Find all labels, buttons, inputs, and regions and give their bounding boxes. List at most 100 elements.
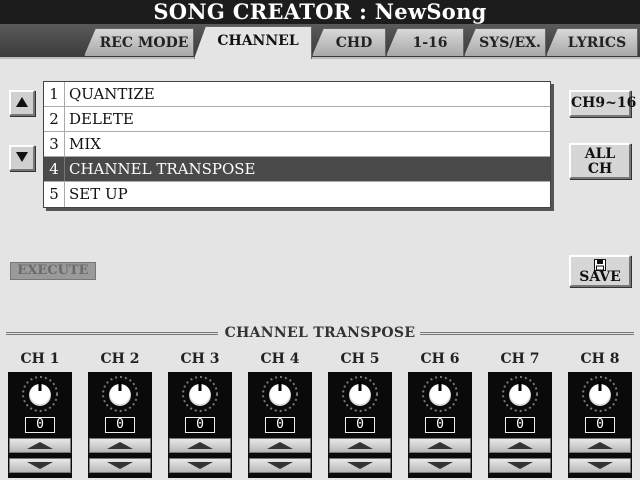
tab-channel[interactable]: CHANNEL — [194, 26, 312, 59]
transpose-value: 0 — [105, 417, 135, 433]
triangle-up-icon — [267, 442, 293, 449]
scroll-up-button[interactable] — [9, 90, 35, 116]
transpose-knob-icon[interactable] — [101, 375, 139, 413]
triangle-down-icon — [507, 462, 533, 469]
transpose-value: 0 — [185, 417, 215, 433]
transpose-up-button[interactable] — [89, 438, 151, 453]
channel-name: CH 2 — [100, 351, 140, 367]
transpose-value: 0 — [25, 417, 55, 433]
triangle-up-icon — [507, 442, 533, 449]
list-item-number: 4 — [44, 157, 65, 181]
main-panel: 1 QUANTIZE 2 DELETE 3 MIX 4 CHANNEL TRAN… — [0, 57, 640, 322]
knob-box: 0 — [168, 372, 232, 478]
ch9-16-button[interactable]: CH9~16 — [569, 90, 636, 117]
transpose-knob-icon[interactable] — [341, 375, 379, 413]
transpose-knob-icon[interactable] — [261, 375, 299, 413]
transpose-value: 0 — [505, 417, 535, 433]
knob-box: 0 — [328, 372, 392, 478]
list-item-set-up[interactable]: 5 SET UP — [44, 182, 550, 207]
transpose-up-button[interactable] — [569, 438, 631, 453]
transpose-value: 0 — [425, 417, 455, 433]
transpose-down-button[interactable] — [169, 458, 231, 473]
transpose-up-button[interactable] — [489, 438, 551, 453]
knob-box: 0 — [568, 372, 632, 478]
list-item-quantize[interactable]: 1 QUANTIZE — [44, 82, 550, 107]
transpose-down-button[interactable] — [409, 458, 471, 473]
transpose-up-button[interactable] — [9, 438, 71, 453]
knob-box: 0 — [488, 372, 552, 478]
channel-name: CH 5 — [340, 351, 380, 367]
triangle-down-icon — [107, 462, 133, 469]
channel-transpose-section-header: CHANNEL TRANSPOSE — [0, 322, 640, 344]
knob-box: 0 — [408, 372, 472, 478]
list-item-number: 3 — [44, 132, 65, 156]
channel-5: CH 5 0 — [328, 344, 392, 480]
list-item-label: QUANTIZE — [69, 85, 155, 103]
all-ch-button[interactable]: ALL CH — [569, 143, 631, 179]
channel-name: CH 8 — [580, 351, 620, 367]
list-item-label: MIX — [69, 135, 101, 153]
transpose-value: 0 — [345, 417, 375, 433]
transpose-knob-icon[interactable] — [501, 375, 539, 413]
channel-8: CH 8 0 — [568, 344, 632, 480]
triangle-up-icon — [16, 97, 28, 107]
channel-name: CH 3 — [180, 351, 220, 367]
transpose-knob-icon[interactable] — [421, 375, 459, 413]
list-item-number: 2 — [44, 107, 65, 131]
tab-chd[interactable]: CHD — [312, 28, 386, 56]
channel-strip: CH 1 0 CH 2 0 CH 3 0 CH 4 0 CH 5 0 CH 6 … — [0, 344, 640, 480]
list-item-label: SET UP — [69, 185, 128, 203]
tab-1-16[interactable]: 1-16 — [386, 28, 464, 56]
triangle-down-icon — [187, 462, 213, 469]
tab-rec-mode[interactable]: REC MODE — [84, 28, 194, 56]
channel-4: CH 4 0 — [248, 344, 312, 480]
transpose-down-button[interactable] — [9, 458, 71, 473]
operation-list: 1 QUANTIZE 2 DELETE 3 MIX 4 CHANNEL TRAN… — [43, 81, 551, 208]
save-button[interactable]: SAVE — [569, 255, 631, 287]
channel-name: CH 1 — [20, 351, 60, 367]
list-item-number: 1 — [44, 82, 65, 106]
transpose-up-button[interactable] — [409, 438, 471, 453]
transpose-value: 0 — [585, 417, 615, 433]
transpose-up-button[interactable] — [169, 438, 231, 453]
list-item-channel-transpose[interactable]: 4 CHANNEL TRANSPOSE — [44, 157, 550, 182]
transpose-down-button[interactable] — [329, 458, 391, 473]
transpose-up-button[interactable] — [249, 438, 311, 453]
channel-name: CH 4 — [260, 351, 300, 367]
triangle-down-icon — [27, 462, 53, 469]
knob-box: 0 — [88, 372, 152, 478]
channel-name: CH 7 — [500, 351, 540, 367]
triangle-up-icon — [347, 442, 373, 449]
list-item-mix[interactable]: 3 MIX — [44, 132, 550, 157]
transpose-knob-icon[interactable] — [181, 375, 219, 413]
triangle-down-icon — [347, 462, 373, 469]
tab-lyrics[interactable]: LYRICS — [546, 28, 638, 56]
transpose-up-button[interactable] — [329, 438, 391, 453]
triangle-down-icon — [267, 462, 293, 469]
all-ch-label-line2: CH — [587, 161, 613, 177]
channel-1: CH 1 0 — [8, 344, 72, 480]
transpose-value: 0 — [265, 417, 295, 433]
transpose-down-button[interactable] — [89, 458, 151, 473]
transpose-knob-icon[interactable] — [581, 375, 619, 413]
transpose-knob-icon[interactable] — [21, 375, 59, 413]
triangle-up-icon — [27, 442, 53, 449]
triangle-down-icon — [587, 462, 613, 469]
triangle-up-icon — [107, 442, 133, 449]
channel-7: CH 7 0 — [488, 344, 552, 480]
list-item-delete[interactable]: 2 DELETE — [44, 107, 550, 132]
triangle-up-icon — [427, 442, 453, 449]
transpose-down-button[interactable] — [489, 458, 551, 473]
list-item-label: CHANNEL TRANSPOSE — [69, 160, 256, 178]
channel-6: CH 6 0 — [408, 344, 472, 480]
tab-sys-ex[interactable]: SYS/EX. — [464, 28, 546, 56]
transpose-down-button[interactable] — [569, 458, 631, 473]
execute-button[interactable]: EXECUTE — [10, 262, 96, 280]
scroll-down-button[interactable] — [9, 145, 35, 171]
save-label: SAVE — [579, 269, 621, 285]
knob-box: 0 — [248, 372, 312, 478]
triangle-up-icon — [587, 442, 613, 449]
list-item-label: DELETE — [69, 110, 134, 128]
transpose-down-button[interactable] — [249, 458, 311, 473]
channel-name: CH 6 — [420, 351, 460, 367]
